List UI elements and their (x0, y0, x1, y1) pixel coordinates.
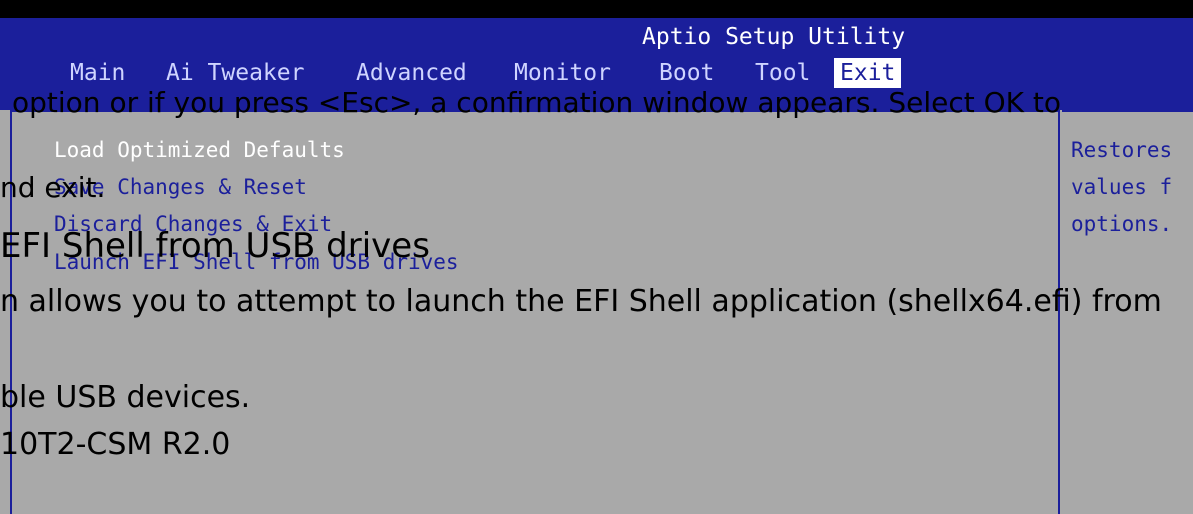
menu-tool[interactable]: Tool (755, 58, 810, 88)
manual-text-line: option or if you press <Esc>, a confirma… (12, 86, 1062, 119)
menu-advanced[interactable]: Advanced (356, 58, 467, 88)
manual-text-top: allows you to exit the Setup program wit… (12, 0, 1117, 19)
menu-main[interactable]: Main (70, 58, 125, 88)
app-title: Aptio Setup Utility (642, 24, 906, 50)
option-load-optimized-defaults[interactable]: Load Optimized Defaults (54, 138, 345, 162)
menu-monitor[interactable]: Monitor (514, 58, 611, 88)
manual-text-line: nd exit. (0, 171, 106, 204)
manual-text-line: n allows you to attempt to launch the EF… (0, 284, 1162, 319)
help-text-line: Restores (1071, 138, 1173, 162)
manual-footer: 10T2-CSM R2.0 (0, 427, 231, 462)
manual-heading: EFI Shell from USB drives (0, 226, 430, 266)
help-text-line: options. (1071, 212, 1173, 236)
menu-ai-tweaker[interactable]: Ai Tweaker (166, 58, 304, 88)
menu-exit[interactable]: Exit (834, 58, 902, 88)
bios-menu-bar: Main Ai Tweaker Advanced Monitor Boot To… (0, 58, 1193, 88)
menu-boot[interactable]: Boot (659, 58, 714, 88)
help-text-line: values f (1071, 175, 1173, 199)
manual-text-line: ble USB devices. (0, 380, 251, 415)
